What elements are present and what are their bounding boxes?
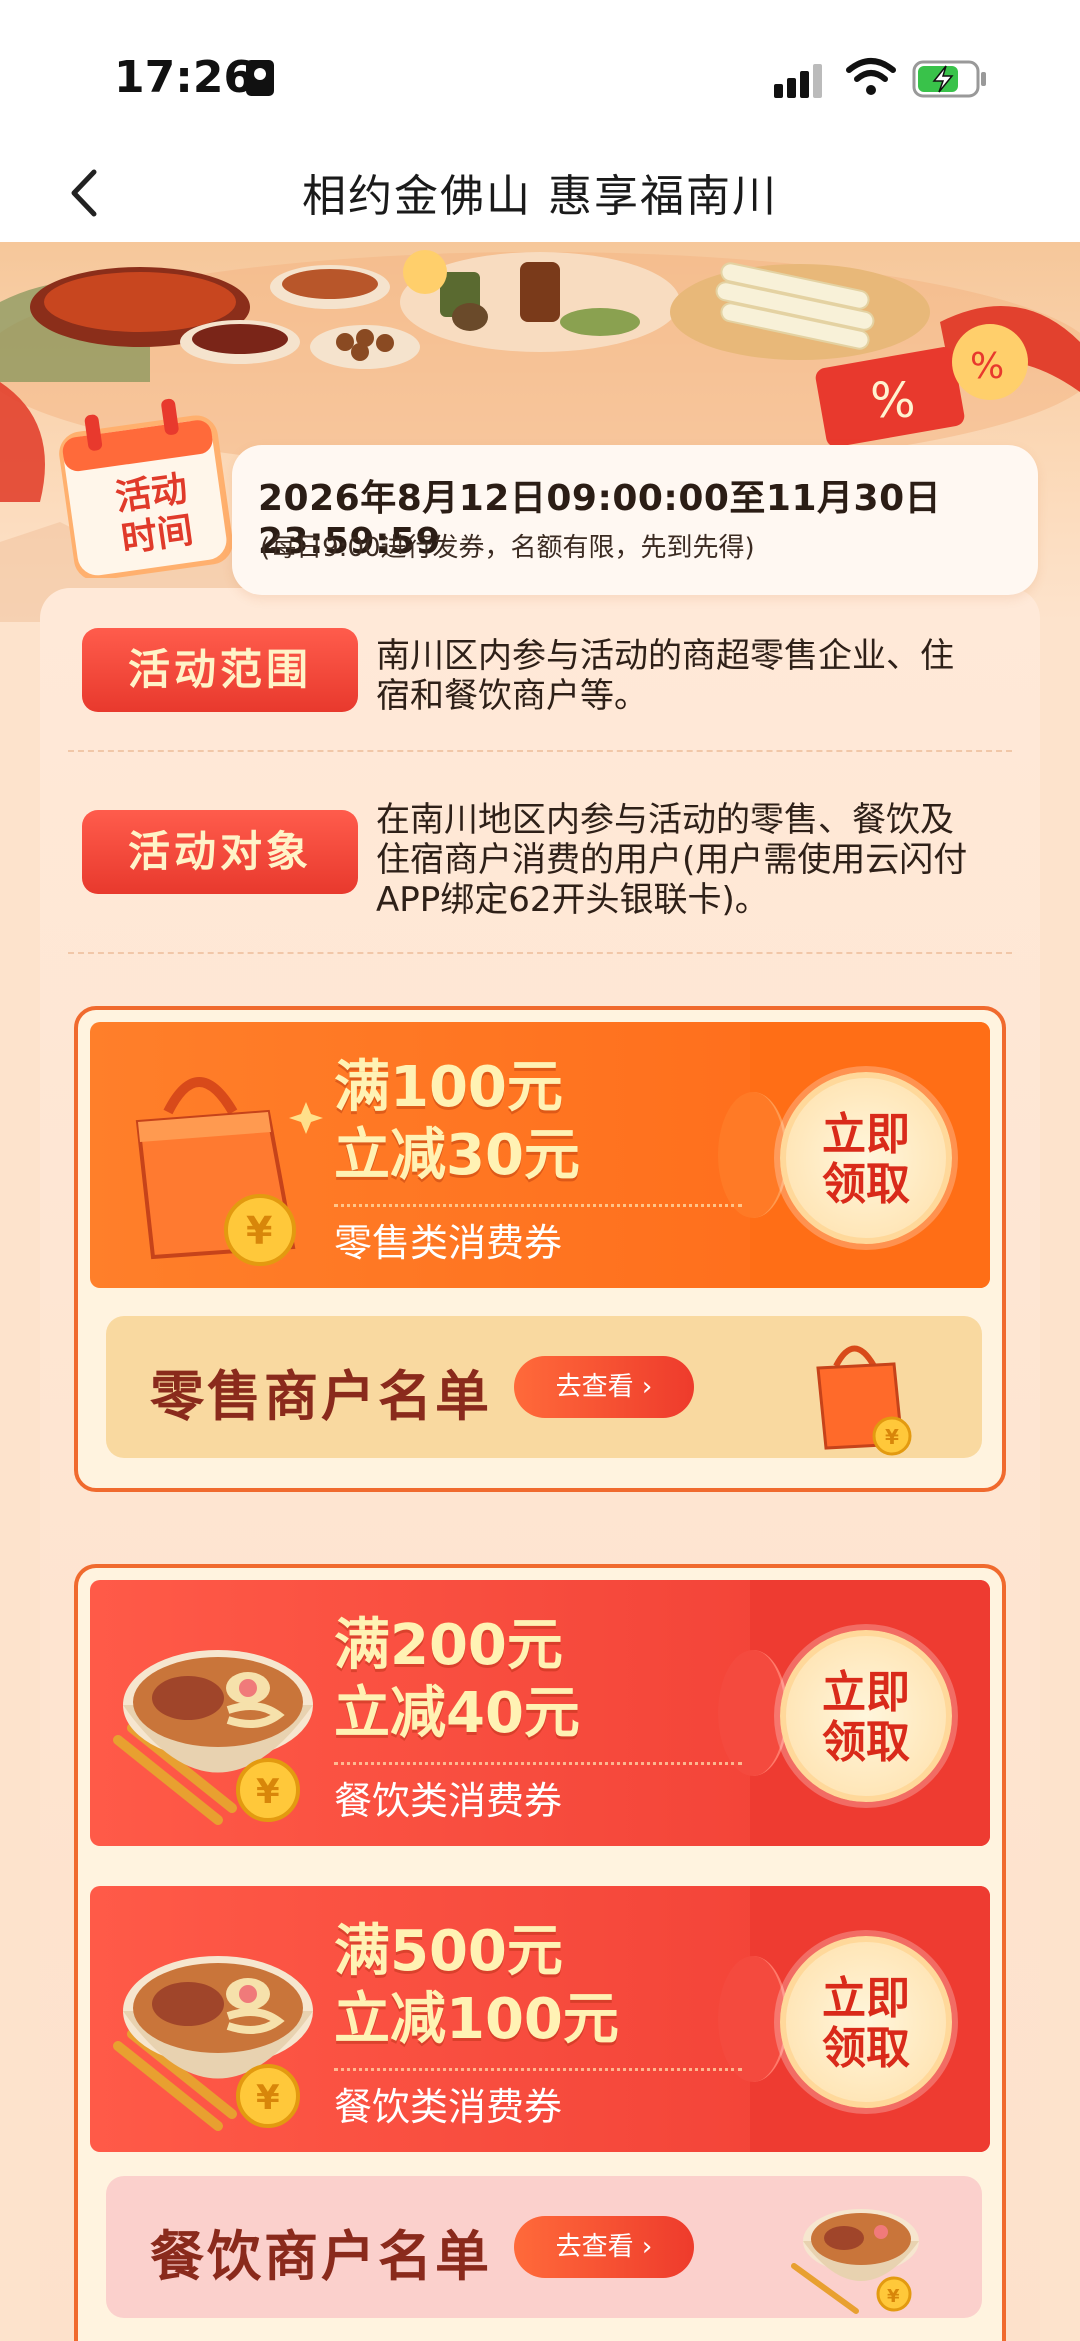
status-time: 17:26 <box>114 52 255 103</box>
status-bar: 17:26 <box>0 0 1080 150</box>
sim-card-icon <box>246 60 274 96</box>
page-title: 相约金佛山 惠享福南川 <box>302 171 778 222</box>
coupon-notch <box>718 1956 788 2082</box>
svg-text:¥: ¥ <box>256 2078 280 2118</box>
divider <box>68 750 1012 752</box>
claim-dining-coupon-500-button[interactable]: 立即 领取 <box>780 1936 952 2108</box>
nav-bar: 相约金佛山 惠享福南川 <box>0 150 1080 242</box>
retail-merchant-list-bar[interactable]: 零售商户名单 去查看 › ¥ <box>106 1316 982 1458</box>
activity-time-note: (每日9:00进行发券，名额有限，先到先得) <box>260 533 755 563</box>
target-text-line2: 住宿商户消费的用户(用户需使用云闪付 <box>376 840 968 880</box>
signal-icon <box>774 64 822 98</box>
svg-text:¥: ¥ <box>887 2286 900 2307</box>
target-text-line3: APP绑定62开头银联卡)。 <box>376 880 769 920</box>
activity-time-card: 2026年8月12日09:00:00至11月30日23:59:59 (每日9:0… <box>232 445 1038 595</box>
shopping-bag-icon: ¥ <box>816 1345 912 1456</box>
claim-button-label: 立即 领取 <box>822 1109 910 1210</box>
claim-button-label: 立即 领取 <box>822 1667 910 1768</box>
coupon-discount: 立减30元 <box>334 1123 580 1188</box>
coupon-type: 零售类消费券 <box>334 1221 563 1265</box>
coupon-dotted-line <box>334 1204 742 1207</box>
coupon-type: 餐饮类消费券 <box>334 1779 563 1823</box>
noodle-bowl-icon: ¥ <box>113 1650 313 1825</box>
target-text-line1: 在南川地区内参与活动的零售、餐饮及 <box>376 800 954 840</box>
coupon-notch <box>718 1092 788 1218</box>
svg-text:¥: ¥ <box>246 1209 272 1253</box>
view-dining-merchants-button[interactable]: 去查看 › <box>514 2216 694 2278</box>
claim-retail-coupon-button[interactable]: 立即 领取 <box>780 1072 952 1244</box>
shopping-bag-icon: ¥ <box>135 1077 323 1266</box>
svg-text:¥: ¥ <box>885 1425 899 1449</box>
claim-dining-coupon-200-button[interactable]: 立即 领取 <box>780 1630 952 1802</box>
svg-text:%: % <box>870 373 916 429</box>
view-retail-merchants-button[interactable]: 去查看 › <box>514 1356 694 1418</box>
coupon-discount: 立减40元 <box>334 1681 580 1746</box>
retail-merchant-list-title: 零售商户名单 <box>150 1365 492 1428</box>
scope-text-line2: 宿和餐饮商户等。 <box>376 676 648 716</box>
svg-text:%: % <box>970 346 1004 387</box>
noodle-bowl-icon: ¥ <box>791 2209 919 2314</box>
noodle-bowl-icon: ¥ <box>113 1956 313 2131</box>
target-tag: 活动对象 <box>82 810 358 894</box>
dining-merchant-list-title: 餐饮商户名单 <box>150 2225 492 2288</box>
dining-merchant-list-bar[interactable]: 餐饮商户名单 去查看 › ¥ <box>106 2176 982 2318</box>
calendar-icon: 活动 时间 <box>59 398 233 578</box>
coupon-dotted-line <box>334 1762 742 1765</box>
svg-text:¥: ¥ <box>256 1772 280 1812</box>
dining-coupon-section: ¥ 满200元 立减40元 餐饮类消费券 立即 领取 ¥ 满500元 立减100… <box>74 1564 1006 2341</box>
scope-text-line1: 南川区内参与活动的商超零售企业、住 <box>376 636 954 676</box>
retail-coupon-card: ¥ 满100元 立减30元 零售类消费券 立即 领取 <box>90 1022 990 1288</box>
claim-button-label: 立即 领取 <box>822 1973 910 2074</box>
wifi-icon <box>846 58 896 95</box>
coupon-notch <box>718 1650 788 1776</box>
coupon-discount: 立减100元 <box>334 1987 619 2052</box>
divider <box>68 952 1012 954</box>
retail-coupon-section: ¥ 满100元 立减30元 零售类消费券 立即 领取 零售商户名单 去查看 › … <box>74 1006 1006 1492</box>
coupon-dotted-line <box>334 2068 742 2071</box>
dining-coupon-card: ¥ 满500元 立减100元 餐饮类消费券 立即 领取 <box>90 1886 990 2152</box>
battery-charging-icon <box>912 60 986 98</box>
dining-coupon-card: ¥ 满200元 立减40元 餐饮类消费券 立即 领取 <box>90 1580 990 1846</box>
coupon-type: 餐饮类消费券 <box>334 2085 563 2129</box>
scope-tag: 活动范围 <box>82 628 358 712</box>
